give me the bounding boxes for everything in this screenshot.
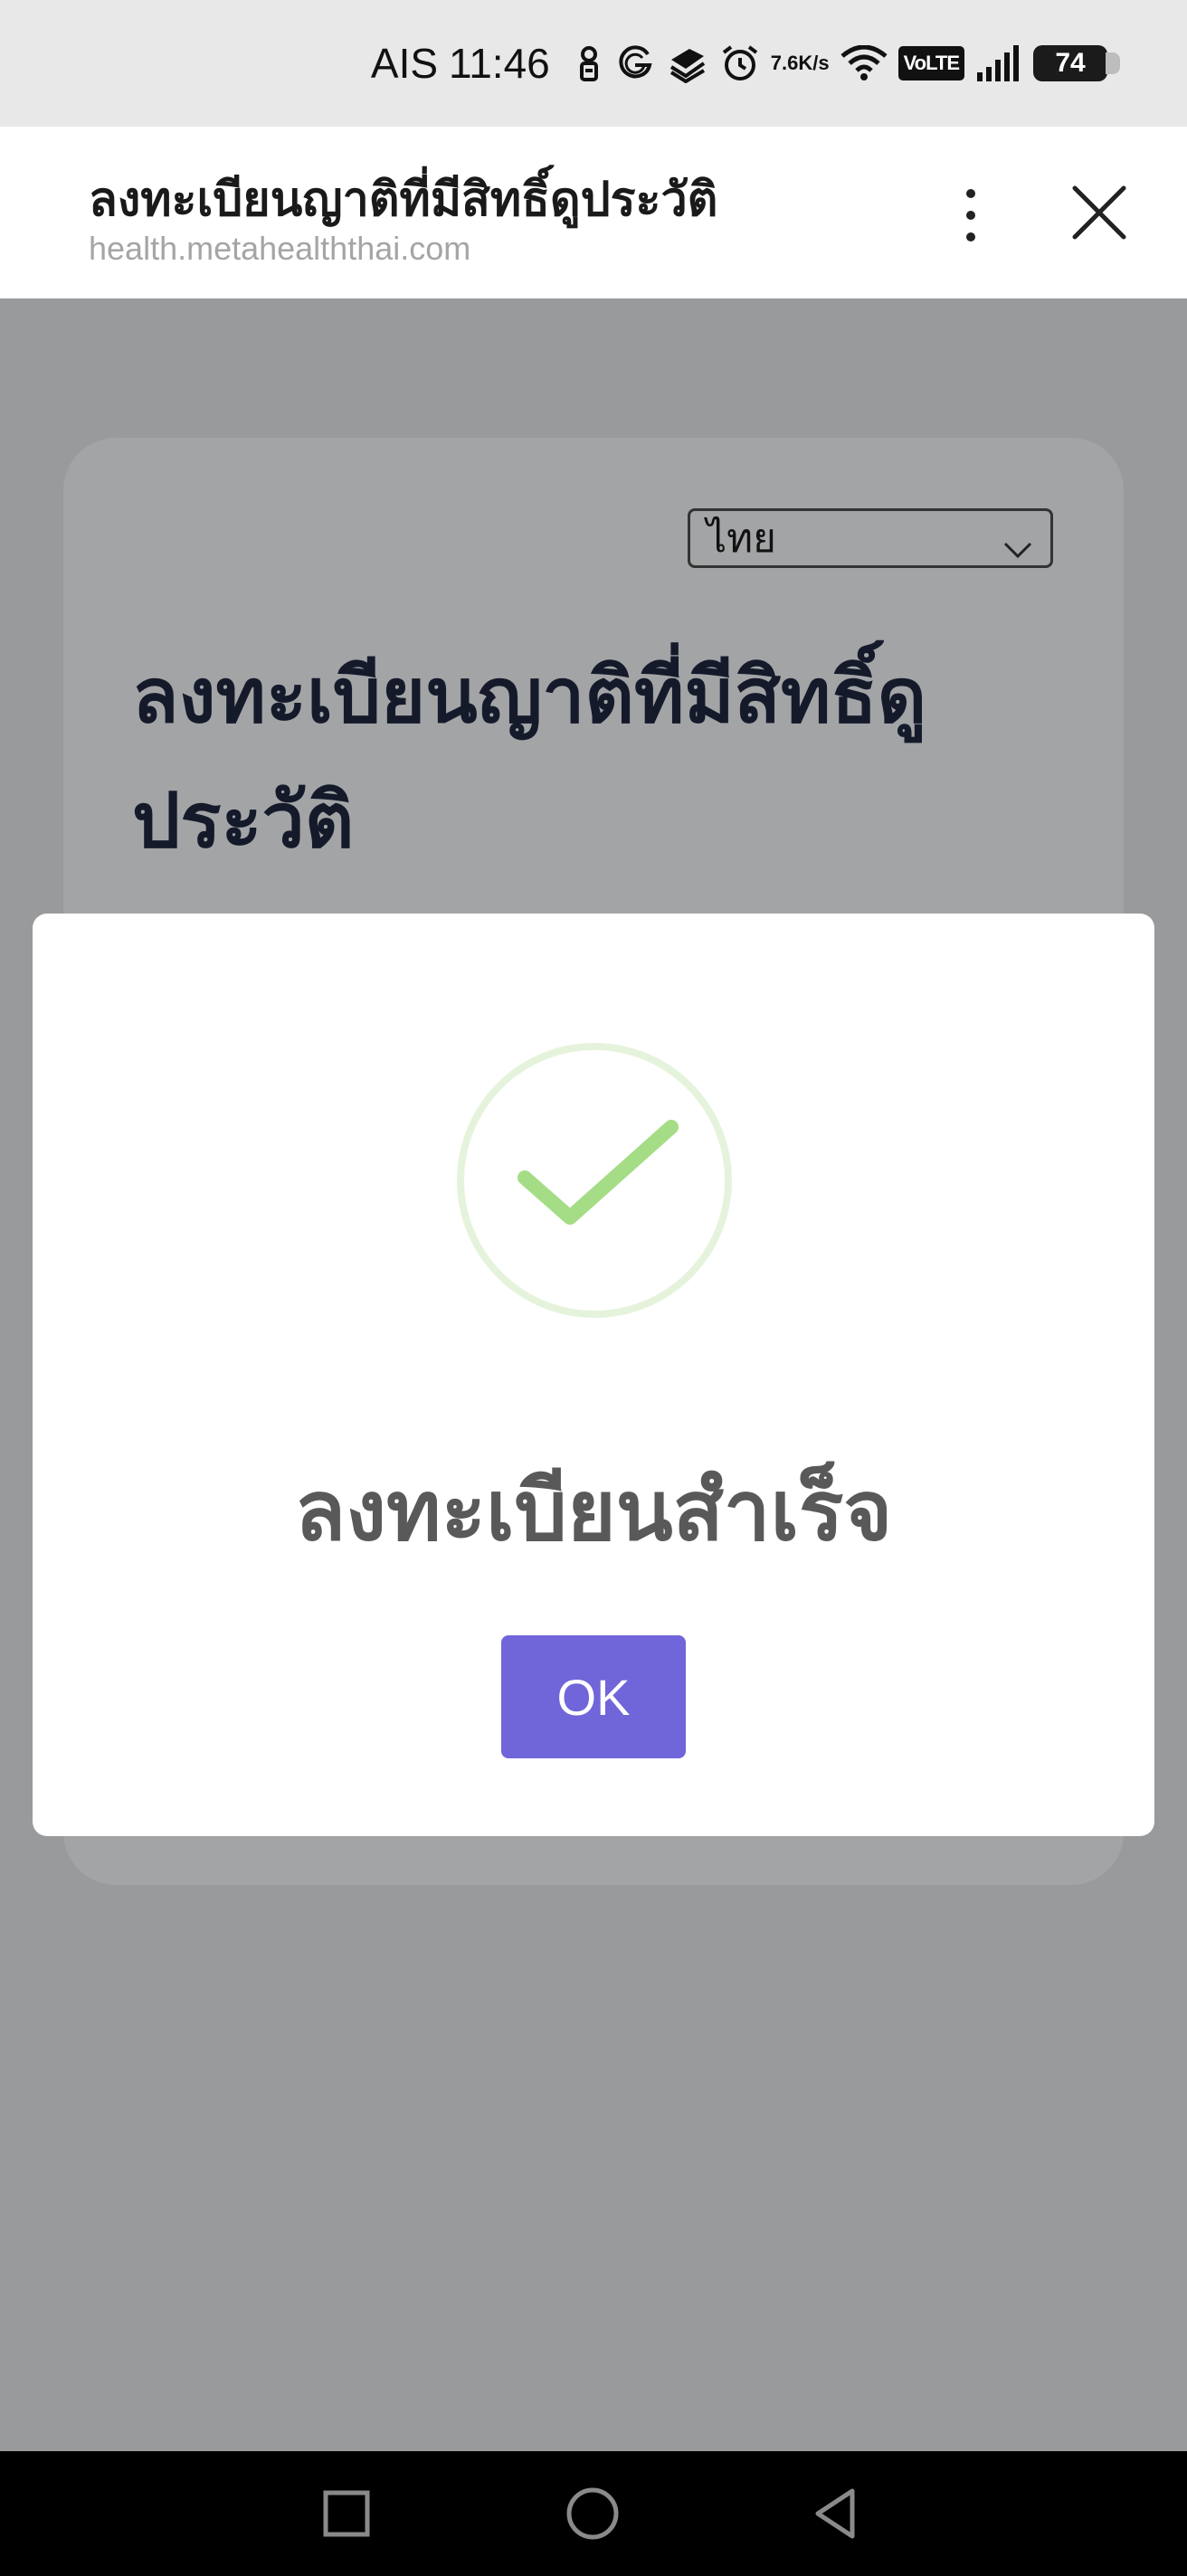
back-icon[interactable] (807, 2484, 867, 2543)
browser-toolbar: ลงทะเบียนญาติที่มีสิทธิ์ดูประวัติ health… (0, 127, 1187, 298)
more-vertical-icon[interactable] (948, 181, 993, 253)
battery-indicator: 74 (1033, 45, 1120, 81)
close-icon[interactable] (1068, 181, 1131, 244)
recents-icon[interactable] (317, 2484, 376, 2543)
success-check-icon (454, 1040, 735, 1321)
alarm-icon (720, 43, 760, 83)
clock: 11:46 (449, 40, 550, 87)
page-title: ลงทะเบียนญาติที่มีสิทธิ์ดูประวัติ (89, 173, 718, 227)
success-dialog: ลงทะเบียนสำเร็จ OK (33, 914, 1154, 1836)
status-bar: AIS 11:46 7.6 K/s VoLTE 74 (0, 0, 1187, 127)
signal-icon (975, 45, 1022, 81)
wifi-icon (840, 45, 888, 81)
net-speed: 7.6 K/s (770, 52, 830, 74)
page-url: health.metahealththai.com (89, 230, 471, 267)
home-icon[interactable] (563, 2484, 622, 2543)
form-title: ลงทะเบียนญาติที่มีสิทธิ์ดูประวัติ (132, 651, 927, 865)
ok-button[interactable]: OK (501, 1635, 686, 1758)
stack-icon (666, 43, 709, 83)
success-message: ลงทะเบียนสำเร็จ (294, 1463, 893, 1559)
g-icon (615, 43, 655, 83)
volte-badge: VoLTE (897, 46, 964, 80)
hotspot-icon (574, 43, 604, 83)
language-select-value: ไทย (707, 516, 776, 562)
system-nav-bar (0, 2451, 1187, 2576)
chevron-down-icon (1002, 527, 1034, 559)
language-select[interactable]: ไทย (688, 508, 1053, 568)
carrier-label: AIS (370, 40, 439, 87)
